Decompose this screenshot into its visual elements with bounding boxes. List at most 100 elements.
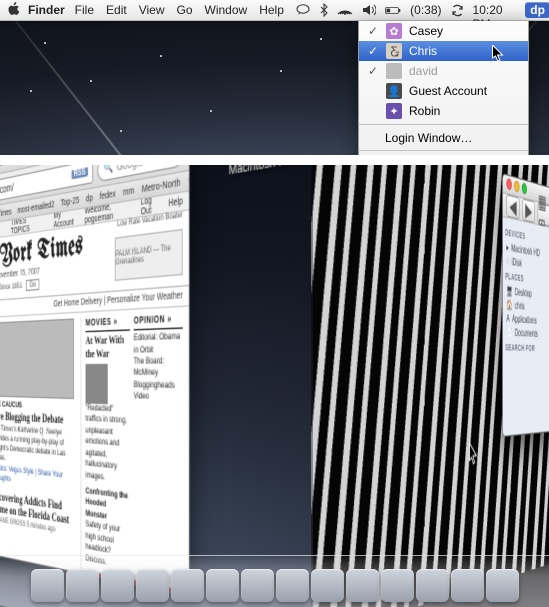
dock-item[interactable] (311, 569, 344, 602)
url-text: http://www.nytimes.com/ (0, 180, 14, 205)
check-icon: ✓ (367, 65, 379, 77)
finder-window[interactable]: chris ◀ ▶ ▦ ≣ ⊞ ⚙︎▾ 🔍 DEVICES ▸Macintosh… (502, 173, 549, 437)
zoom-button[interactable] (522, 183, 527, 195)
ichat-menu-icon[interactable] (296, 2, 310, 18)
cube: Grab File Edit Capture Window Help Thu 1… (92, 165, 526, 607)
nyt-link[interactable]: The Board: McMiney (134, 356, 183, 380)
dock-item[interactable] (486, 569, 519, 602)
airport-menu-icon[interactable] (337, 2, 353, 18)
account-preferences-item[interactable]: Account Preferences… (359, 154, 528, 155)
menu-edit[interactable]: Edit (106, 3, 127, 17)
dock-item[interactable] (241, 569, 274, 602)
dock-item[interactable] (381, 569, 414, 602)
safari-window[interactable]: The New York Times - Breaking News, Worl… (0, 165, 190, 597)
menu-go[interactable]: Go (177, 3, 193, 17)
user-item-david[interactable]: ✓ david (359, 61, 528, 81)
user-item-casey[interactable]: ✓ ✿ Casey (359, 21, 528, 41)
dock-item[interactable] (346, 569, 379, 602)
avatar-icon: ✿ (386, 23, 402, 39)
user-name: david (409, 64, 519, 78)
sidebar-item[interactable]: 📄Documents (505, 325, 549, 341)
user-name: Casey (409, 24, 519, 38)
search-placeholder: Google (117, 165, 143, 173)
avatar-icon (386, 63, 402, 79)
nyt-page: HOME PAGE MY TIMES TODAY'S PAPER VIDEO M… (0, 192, 189, 596)
forward-button[interactable]: ▶ (522, 198, 534, 223)
menu-file[interactable]: File (75, 3, 94, 17)
top-panel: Finder File Edit View Go Window Help (0:… (0, 0, 549, 155)
nyt-subhead[interactable]: At War With the War (86, 334, 131, 363)
menubar: Finder File Edit View Go Window Help (0:… (0, 0, 549, 21)
dock (0, 555, 549, 607)
finder-body: DEVICES ▸Macintosh HD ◌iDisk PLACES 🖥Des… (503, 217, 549, 436)
sidebar-header: SEARCH FOR (505, 344, 549, 354)
apple-menu-icon[interactable] (8, 2, 20, 19)
dock-item[interactable] (136, 569, 169, 602)
user-item-guest[interactable]: 👤 Guest Account (359, 81, 528, 101)
user-switch-menu: ✓ ✿ Casey ✓ Ƹ̵̡ Chris ✓ david 👤 Guest Ac… (358, 21, 529, 155)
volume-menu-icon[interactable] (362, 2, 376, 18)
nyt-section-header[interactable]: MOVIES » (86, 316, 131, 333)
user-name: Robin (409, 104, 519, 118)
bookmark-item[interactable]: Metro-North (142, 176, 181, 195)
nyt-lead-photo[interactable] (0, 318, 74, 399)
menu-separator (359, 150, 528, 151)
sync-menu-icon[interactable] (451, 2, 464, 18)
rss-badge-icon[interactable]: RSS (71, 167, 88, 180)
bluetooth-menu-icon[interactable] (319, 2, 328, 18)
bookmark-item[interactable]: fedex (100, 187, 116, 202)
finder-sidebar: DEVICES ▸Macintosh HD ◌iDisk PLACES 🖥Des… (503, 217, 549, 436)
nyt-archive-label: NYT Archive Since 1851 (0, 282, 22, 295)
nyt-link[interactable]: Bloggingheads Video (134, 380, 183, 405)
nyt-main-column: Court Rejects Fuel Standards for Some Tr… (0, 318, 76, 582)
search-icon: 🔍 (103, 165, 113, 176)
dock-item[interactable] (171, 569, 204, 602)
menu-window[interactable]: Window (205, 3, 248, 17)
spacer (367, 85, 379, 97)
user-name: Guest Account (409, 84, 519, 98)
menu-separator (359, 124, 528, 125)
nyt-thumb (86, 364, 108, 404)
menu-help[interactable]: Help (259, 3, 284, 17)
dock-item[interactable] (31, 569, 64, 602)
minimize-button[interactable] (514, 180, 519, 193)
check-icon: ✓ (367, 45, 379, 57)
avatar-icon: 👤 (386, 83, 402, 99)
menu-view[interactable]: View (139, 3, 165, 17)
spacer (367, 105, 379, 117)
avatar-icon: Ƹ̵̡ (386, 43, 402, 59)
cube-transition-panel: Grab File Edit Capture Window Help Thu 1… (0, 165, 549, 607)
nyt-section-header[interactable]: OPINION » (134, 313, 183, 331)
nyt-subhead[interactable]: Live Blogging the Debate (0, 410, 74, 427)
login-window-item[interactable]: Login Window… (359, 128, 528, 147)
nyt-right-rail: MOVIES » At War With the War "Redacted" … (81, 313, 183, 595)
dock-item[interactable] (66, 569, 99, 602)
user-name: Chris (409, 44, 519, 58)
nyt-search-go-button[interactable]: Go (26, 279, 40, 291)
figure-divider (0, 155, 549, 165)
user-item-chris[interactable]: ✓ Ƹ̵̡ Chris (359, 41, 528, 61)
nyt-account-link[interactable]: Help (168, 196, 182, 208)
fast-user-switching-menu[interactable]: dp (525, 2, 549, 18)
dock-item[interactable] (451, 569, 484, 602)
dock-item[interactable] (101, 569, 134, 602)
bookmark-item[interactable]: mm (123, 184, 134, 198)
close-button[interactable] (506, 178, 511, 191)
battery-time: (0:38) (410, 3, 441, 17)
nyt-link[interactable]: Editorial: Obama in Orbit (134, 332, 183, 357)
check-icon: ✓ (367, 25, 379, 37)
dock-item[interactable] (276, 569, 309, 602)
app-name[interactable]: Finder (28, 3, 65, 17)
bookmark-item[interactable]: NYTimes (0, 206, 12, 221)
user-item-robin[interactable]: ✦ Robin (359, 101, 528, 121)
dock-item[interactable] (416, 569, 449, 602)
avatar-icon: ✦ (386, 103, 402, 119)
battery-menu-icon[interactable] (385, 2, 401, 18)
nyt-ad-right[interactable]: PALM ISLAND — The Grenadines (115, 229, 183, 281)
bookmark-item[interactable]: most-emailed2 (17, 198, 54, 216)
dock-item[interactable] (206, 569, 239, 602)
cube-face-right: Finder File Edit View Go Window Help Thu… (311, 165, 549, 607)
back-button[interactable]: ◀ (506, 194, 519, 220)
bookmark-item[interactable]: dp (86, 191, 93, 204)
bookmark-item[interactable]: Top-25 (61, 194, 80, 209)
